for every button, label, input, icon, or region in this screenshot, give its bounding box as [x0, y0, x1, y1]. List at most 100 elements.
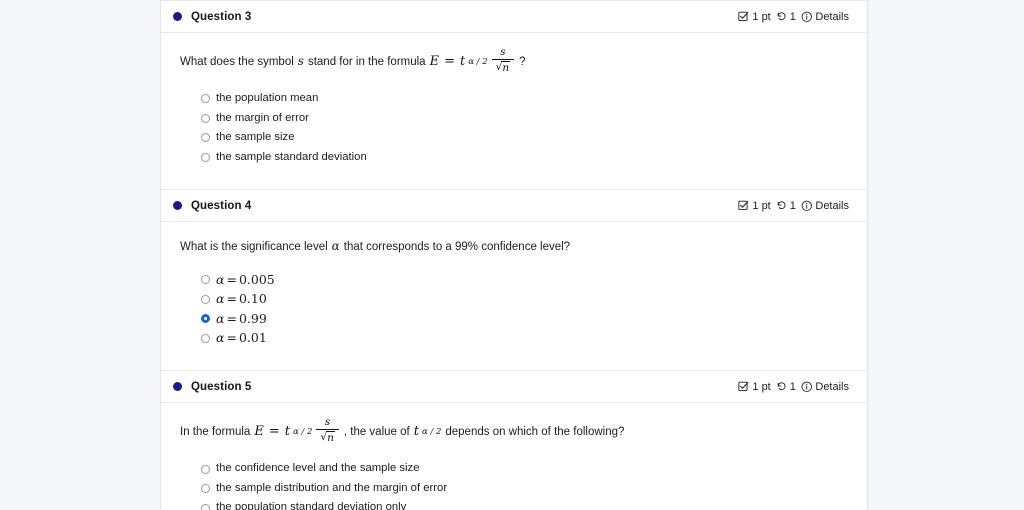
option-row[interactable]: the sample distribution and the margin o… — [201, 479, 849, 499]
radio-button[interactable] — [201, 333, 210, 343]
attempts-label: 1 — [789, 380, 796, 393]
inline-term-base: t — [413, 423, 419, 439]
option-label: α = 0.10 — [216, 291, 267, 307]
square-root-icon: √ n — [320, 431, 335, 445]
left-gutter — [0, 0, 160, 510]
prompt-trail: ? — [519, 55, 526, 68]
radio-button[interactable] — [201, 152, 210, 162]
question-prompt-4: What is the significance level α that co… — [180, 237, 849, 257]
radio-button-selected[interactable] — [201, 314, 210, 324]
formula-subscript: α / 2 — [468, 56, 488, 67]
undo-arrow-icon — [776, 381, 787, 392]
points-label: 1 pt — [752, 10, 771, 23]
details-button[interactable]: Details — [801, 11, 849, 23]
option-value: 0.10 — [238, 291, 267, 307]
option-row[interactable]: the confidence level and the sample size — [201, 459, 849, 479]
fraction-numerator: s — [500, 46, 506, 58]
attempts-meta: 1 — [776, 200, 796, 212]
question-status-dot-icon — [173, 12, 182, 21]
question-header-left-4: Question 4 — [173, 200, 251, 212]
option-row[interactable]: the sample standard deviation — [201, 148, 849, 168]
radio-button[interactable] — [201, 113, 210, 123]
option-row[interactable]: α = 0.10 — [201, 290, 849, 310]
prompt-mid: , the value of — [343, 425, 410, 438]
option-label: the population standard deviation only — [216, 501, 407, 510]
points-label: 1 pt — [752, 199, 771, 212]
radio-button[interactable] — [201, 464, 210, 474]
inline-term-t-alpha: tα / 2 — [414, 423, 442, 442]
prompt-symbol: s — [297, 54, 304, 69]
question-prompt-3: What does the symbol s stand for in the … — [180, 46, 849, 76]
question-status-dot-icon — [173, 382, 182, 392]
attempts-meta: 1 — [776, 381, 796, 393]
question-header-left-5: Question 5 — [173, 381, 251, 393]
formula-base: t — [459, 53, 466, 69]
points-meta: 1 pt — [738, 10, 771, 23]
question-title: Question 3 — [191, 10, 252, 23]
info-circle-icon — [801, 200, 813, 212]
details-button[interactable]: Details — [801, 200, 849, 212]
fraction-bar — [491, 59, 515, 61]
radio-button[interactable] — [201, 484, 210, 494]
radio-button[interactable] — [201, 275, 210, 285]
option-row[interactable]: the sample size — [201, 128, 849, 148]
details-label: Details — [815, 380, 849, 393]
points-meta: 1 pt — [738, 380, 771, 393]
formula-equals: = — [444, 53, 455, 69]
option-row[interactable]: the population mean — [201, 89, 849, 109]
formula-subscript: α / 2 — [292, 427, 313, 438]
formula-margin-of-error: E = tα / 2 s √ n — [429, 46, 516, 76]
prompt-lead: In the formula — [180, 425, 251, 438]
options-list-3: the population mean the margin of error … — [179, 89, 849, 167]
inline-term-subscript: α / 2 — [421, 427, 442, 438]
prompt-symbol: α — [331, 239, 340, 254]
option-label: the population mean — [216, 92, 319, 105]
undo-arrow-icon — [776, 11, 787, 22]
formula-equals: = — [268, 423, 280, 439]
quiz-page: Question 3 1 pt 1 Details What does the … — [0, 0, 1024, 510]
question-status-dot-icon — [173, 201, 182, 211]
points-label: 1 pt — [752, 380, 771, 393]
option-row[interactable]: α = 0.99 — [201, 309, 849, 329]
option-label: the sample distribution and the margin o… — [216, 481, 448, 494]
question-body-3: What does the symbol s stand for in the … — [161, 33, 867, 189]
details-label: Details — [815, 199, 849, 212]
prompt-lead: What does the symbol — [180, 55, 294, 68]
question-title: Question 5 — [191, 380, 252, 393]
formula-lhs: E — [429, 53, 440, 69]
radicand: n — [501, 61, 511, 75]
question-body-5: In the formula E = tα / 2 s √ n , the va… — [161, 403, 867, 510]
options-list-5: the confidence level and the sample size… — [179, 459, 849, 510]
radio-button[interactable] — [201, 503, 210, 510]
checkbox-check-icon — [738, 11, 749, 22]
option-value: 0.01 — [238, 330, 267, 346]
prompt-mid: stand for in the formula — [307, 55, 426, 68]
option-row[interactable]: the population standard deviation only — [201, 498, 849, 510]
option-label: α = 0.99 — [216, 310, 267, 326]
option-row[interactable]: α = 0.005 — [201, 270, 849, 290]
details-button[interactable]: Details — [801, 381, 849, 393]
attempts-label: 1 — [789, 199, 796, 212]
question-header-left-3: Question 3 — [173, 11, 251, 23]
radio-button[interactable] — [201, 133, 210, 143]
question-block-5: Question 5 1 pt 1 Details In the formula… — [161, 370, 867, 510]
checkbox-check-icon — [738, 381, 749, 392]
question-meta-4: 1 pt 1 Details — [738, 200, 849, 212]
radio-button[interactable] — [201, 94, 210, 104]
formula-fraction: s √ n — [491, 46, 515, 75]
quiz-content-card: Question 3 1 pt 1 Details What does the … — [160, 0, 868, 510]
right-gutter — [869, 0, 1024, 510]
radio-button[interactable] — [201, 294, 210, 304]
undo-arrow-icon — [776, 200, 787, 211]
prompt-lead: What is the significance level — [180, 240, 328, 253]
radicand: n — [326, 431, 335, 445]
option-value: 0.99 — [238, 310, 267, 326]
attempts-label: 1 — [789, 10, 796, 23]
option-label: the margin of error — [216, 111, 309, 124]
formula-lhs: E — [254, 423, 264, 439]
prompt-trail: depends on which of the following? — [445, 425, 625, 438]
option-row[interactable]: α = 0.01 — [201, 329, 849, 349]
formula-fraction: s √ n — [316, 417, 339, 445]
info-circle-icon — [801, 11, 813, 23]
option-row[interactable]: the margin of error — [201, 109, 849, 129]
